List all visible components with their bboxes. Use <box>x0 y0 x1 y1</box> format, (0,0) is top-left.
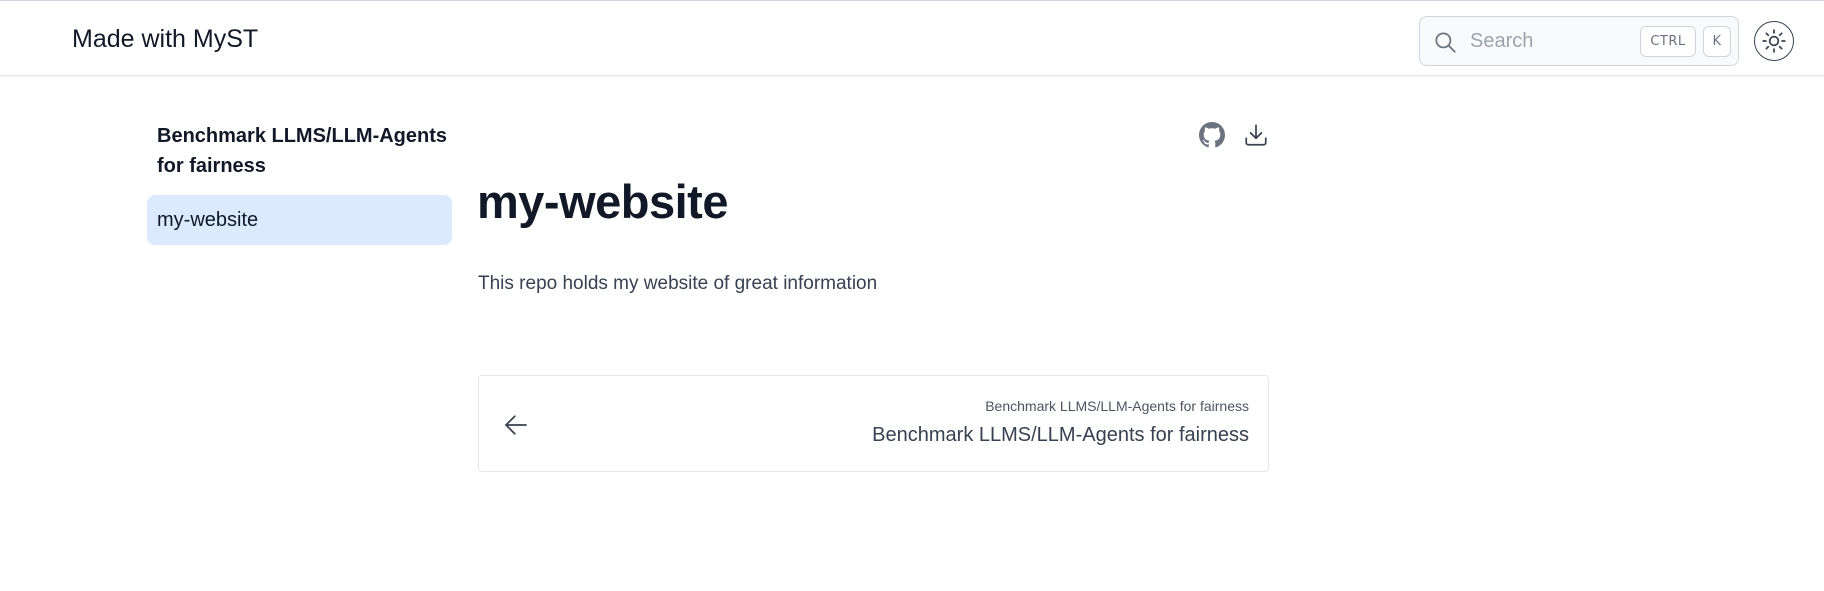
search-placeholder: Search <box>1470 30 1534 52</box>
shortcut-k-key: K <box>1703 26 1731 57</box>
previous-page-section: Benchmark LLMS/LLM-Agents for fairness <box>985 398 1249 414</box>
search-icon <box>1435 32 1456 53</box>
theme-toggle-button[interactable] <box>1754 21 1794 61</box>
shortcut-ctrl-key: CTRL <box>1640 26 1696 57</box>
sidebar-title-link[interactable]: Benchmark LLMS/LLM-Agents for fairness <box>157 121 457 181</box>
page: Made with MyST Search CTRL K Benchmark L… <box>0 0 1824 591</box>
sidebar-item-my-website[interactable]: my-website <box>147 195 452 245</box>
page-description: This repo holds my website of great info… <box>478 273 878 294</box>
site-brand-link[interactable]: Made with MyST <box>72 25 258 54</box>
arrow-left-icon <box>505 415 527 435</box>
previous-page-title: Benchmark LLMS/LLM-Agents for fairness <box>872 424 1249 446</box>
github-icon[interactable] <box>1199 122 1225 148</box>
download-icon[interactable] <box>1243 122 1269 148</box>
previous-page-link[interactable]: Benchmark LLMS/LLM-Agents for fairness B… <box>478 375 1269 472</box>
search-box[interactable]: Search CTRL K <box>1419 16 1739 66</box>
page-title: my-website <box>477 175 728 228</box>
top-bar: Made with MyST Search CTRL K <box>0 0 1824 76</box>
sun-icon <box>1762 29 1786 53</box>
